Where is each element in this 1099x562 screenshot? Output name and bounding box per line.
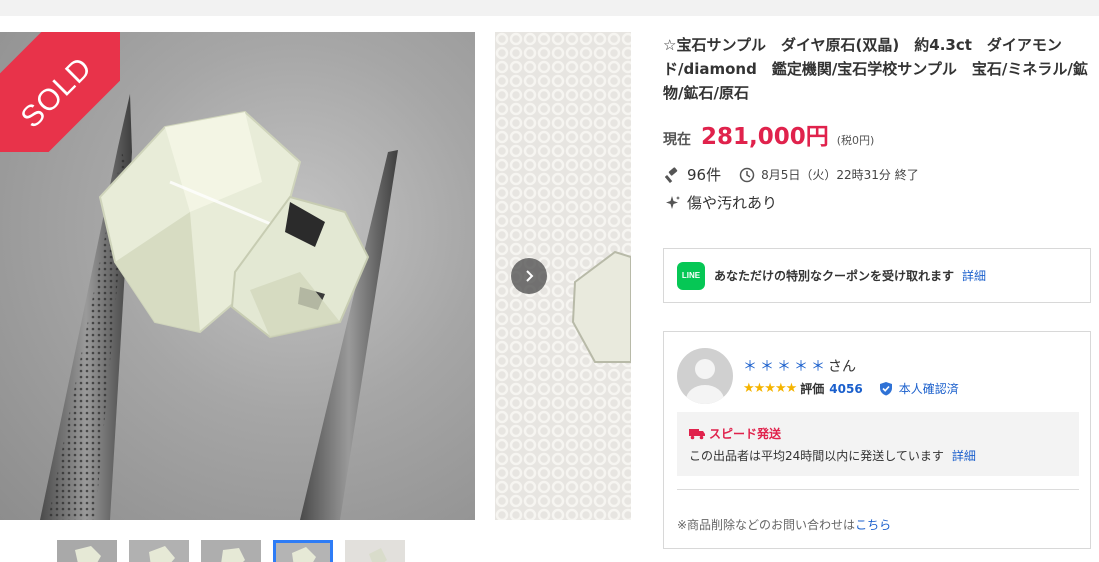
bid-count: 96件 [687,166,722,184]
price-row: 現在 281,000円 (税0円) [663,117,874,151]
inquiry-text: ※商品削除などのお問い合わせは [677,518,856,532]
sold-badge: SOLD [0,32,120,152]
condition-row: 傷や汚れあり [663,192,777,213]
auction-meta: 96件 8月5日（火）22時31分 終了 [663,164,919,185]
clock-icon [737,165,757,185]
top-strip [0,0,1099,16]
inquiry-note: ※商品削除などのお問い合わせはこちら [677,516,891,533]
rating-count[interactable]: 4056 [829,382,862,396]
thumbnail-3[interactable] [201,540,261,562]
rating-stars: ★★★★★ [743,381,797,396]
thumbnail-image [129,540,189,562]
verified-label: 本人確認済 [898,382,959,396]
verified-shield-icon [879,381,893,396]
speed-shipping-description: この出品者は平均24時間以内に発送しています 詳細 [689,447,976,464]
seller-name[interactable]: ＊＊＊＊＊さん [743,356,856,376]
speed-shipping-label: スピード発送 [709,427,782,441]
speed-shipping-title: スピード発送 [689,425,781,442]
default-avatar-icon [686,359,724,404]
seller-name-suffix: さん [828,359,856,375]
thumbnail-2[interactable] [129,540,189,562]
thumbnail-image [201,540,261,562]
item-title: ☆宝石サンプル ダイヤ原石(双晶) 約4.3ct ダイアモンド/diamond … [663,36,1088,102]
thumbnail-image [57,540,117,562]
seller-rating: ★★★★★ 評価 4056 本人確認済 [743,380,959,397]
main-product-image[interactable]: SOLD [0,32,475,520]
avatar[interactable] [677,348,733,404]
coupon-detail-link[interactable]: 詳細 [962,267,986,284]
end-time: 8月5日（火）22時31分 終了 [761,168,919,182]
thumbnail-image [345,540,405,562]
chevron-right-icon [526,270,534,282]
rating-label: 評価 [800,382,825,396]
truck-icon [689,428,705,440]
item-condition: 傷や汚れあり [687,194,778,212]
coupon-text: あなただけの特別なクーポンを受け取れます [714,269,955,283]
line-coupon-banner[interactable]: LINE あなただけの特別なクーポンを受け取れます 詳細 [663,248,1091,303]
speed-detail-link[interactable]: 詳細 [952,449,976,463]
gavel-icon [663,165,683,185]
seller-panel: ＊＊＊＊＊さん ★★★★★ 評価 4056 本人確認済 スピード発送 この出品者… [663,331,1091,549]
tax-note: (税0円) [836,134,875,147]
thumbnail-image [276,543,330,562]
price-label: 現在 [663,132,691,148]
inquiry-link[interactable]: こちら [855,518,891,532]
speed-shipping-box: スピード発送 この出品者は平均24時間以内に発送しています 詳細 [677,412,1079,476]
next-image-button[interactable] [511,258,547,294]
current-price: 281,000円 [701,124,829,150]
thumbnail-5[interactable] [345,540,405,562]
speed-shipping-text: この出品者は平均24時間以内に発送しています [689,449,944,463]
seller-name-masked[interactable]: ＊＊＊＊＊ [743,359,828,375]
sparkle-icon [663,193,683,213]
line-logo: LINE [677,261,705,290]
thumbnail-4[interactable] [273,540,333,562]
thumbnail-1[interactable] [57,540,117,562]
divider [677,489,1079,490]
